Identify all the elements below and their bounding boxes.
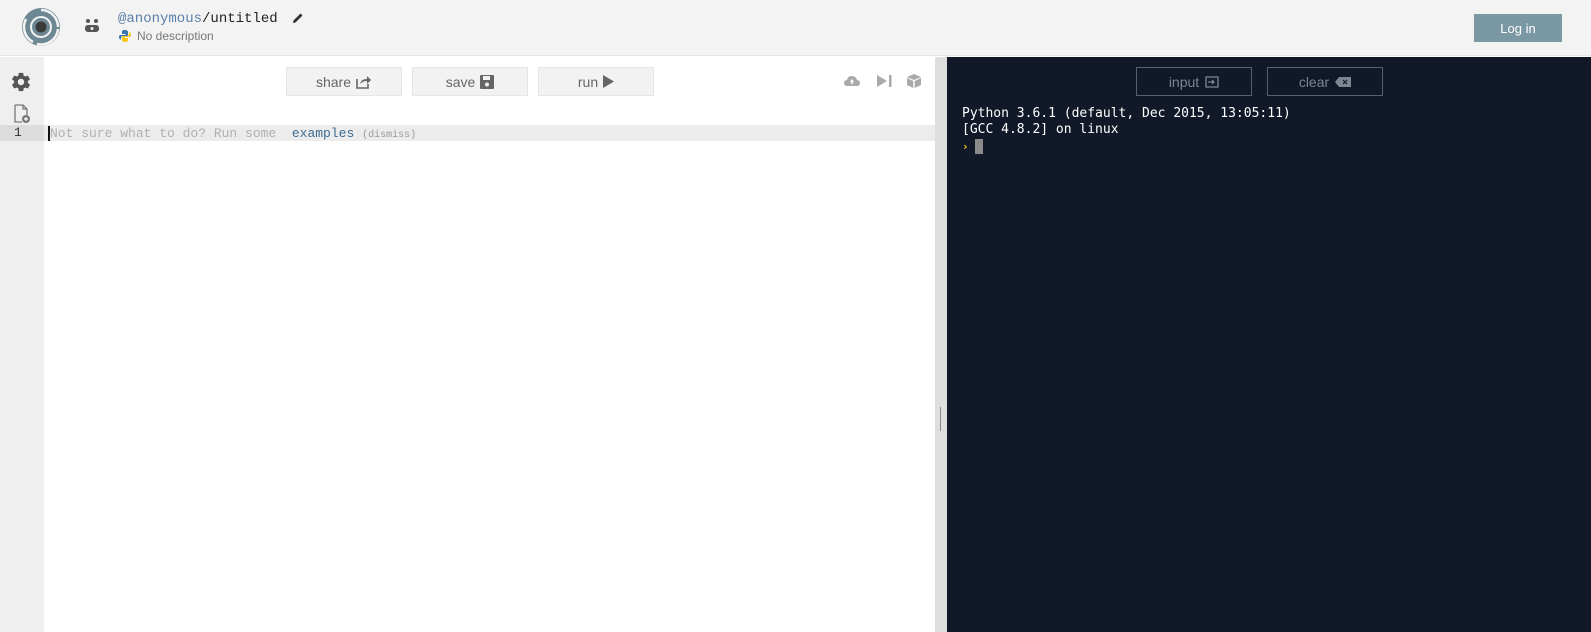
floppy-disk-icon <box>480 74 495 89</box>
share-button[interactable]: share <box>286 67 402 96</box>
save-button[interactable]: save <box>412 67 528 96</box>
dismiss-link[interactable]: (dismiss) <box>362 130 416 141</box>
new-file-icon[interactable] <box>13 104 31 124</box>
description-text[interactable]: No description <box>137 29 214 43</box>
input-enter-icon <box>1205 75 1219 88</box>
examples-hint[interactable]: Not sure what to do? Run some examples (… <box>50 126 416 143</box>
anonymous-user-icon <box>85 19 99 32</box>
editor-gutter: 1 <box>0 57 44 632</box>
run-label: run <box>577 73 599 90</box>
login-button[interactable]: Log in <box>1474 14 1562 42</box>
python-icon <box>119 30 131 42</box>
settings-gear-icon[interactable] <box>10 71 32 93</box>
resize-grip[interactable] <box>940 407 941 431</box>
console-prompt[interactable]: › <box>962 139 983 154</box>
run-button[interactable]: run <box>538 67 654 96</box>
owner-link[interactable]: @anonymous <box>118 11 202 27</box>
pencil-icon[interactable] <box>292 12 304 24</box>
line-number: 1 <box>0 125 44 141</box>
share-label: share <box>315 73 352 90</box>
upload-cloud-icon[interactable] <box>843 73 861 89</box>
console-line: Python 3.6.1 (default, Dec 2015, 13:05:1… <box>962 106 1291 121</box>
console-cursor <box>974 139 983 154</box>
play-icon <box>603 75 615 88</box>
prompt-arrow-icon: › <box>962 140 969 153</box>
top-header: @anonymous/untitled No description Log i… <box>0 0 1591 56</box>
input-label: input <box>1168 73 1200 90</box>
repl-title: @anonymous/untitled <box>118 11 304 27</box>
repl-name[interactable]: untitled <box>210 11 277 27</box>
backspace-icon <box>1335 76 1352 87</box>
share-icon <box>356 75 372 89</box>
spiral-logo-icon[interactable] <box>21 7 61 47</box>
console-line: [GCC 4.8.2] on linux <box>962 122 1119 137</box>
hint-text: Not sure what to do? Run some <box>50 126 292 141</box>
save-label: save <box>445 73 476 90</box>
console-output: Python 3.6.1 (default, Dec 2015, 13:05:1… <box>962 106 1291 138</box>
package-cube-icon[interactable] <box>905 73 923 89</box>
clear-button[interactable]: clear <box>1267 67 1383 96</box>
console-pane[interactable]: input clear Python 3.6.1 (default, Dec 2… <box>947 57 1591 632</box>
pane-resize-handle[interactable] <box>935 57 947 632</box>
clear-label: clear <box>1298 73 1330 90</box>
repl-description: No description <box>118 29 214 43</box>
input-button[interactable]: input <box>1136 67 1252 96</box>
editor-pane: 1 Not sure what to do? Run some examples… <box>0 57 935 632</box>
examples-link[interactable]: examples <box>292 126 354 141</box>
step-forward-icon[interactable] <box>875 73 893 89</box>
